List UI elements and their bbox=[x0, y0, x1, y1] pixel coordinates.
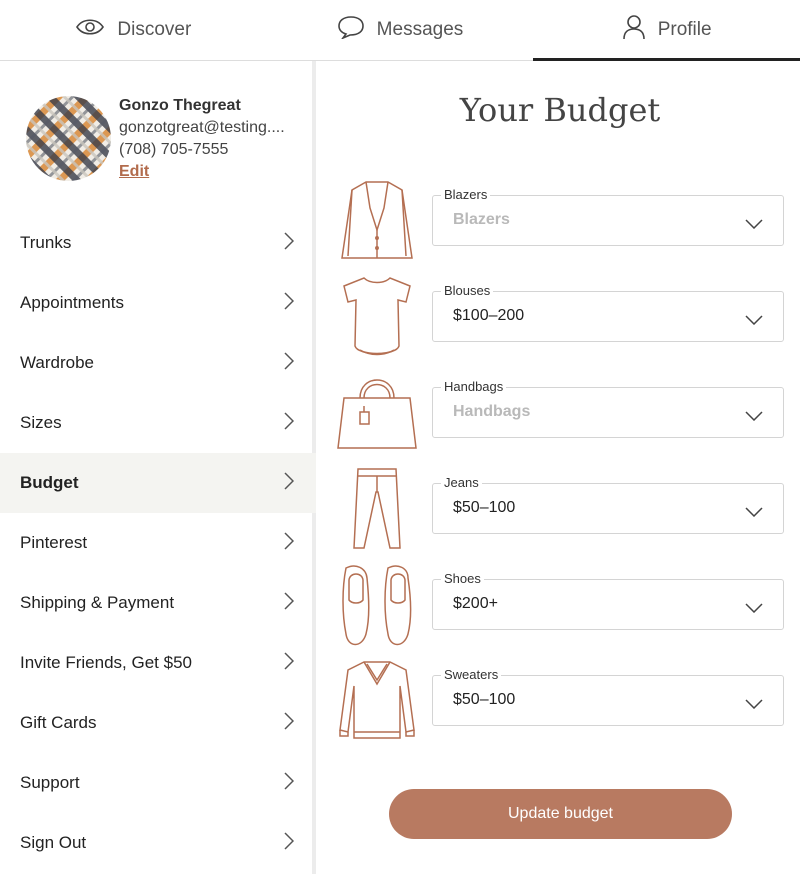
sweater-icon bbox=[336, 660, 418, 742]
sidebar-item-label: Appointments bbox=[20, 293, 124, 312]
profile-card: Gonzo Thegreat gonzotgreat@testing.... (… bbox=[26, 95, 306, 185]
eye-icon bbox=[75, 17, 105, 43]
handbags-select[interactable]: Handbags Handbags bbox=[432, 379, 784, 438]
chevron-right-icon bbox=[284, 531, 295, 555]
budget-panel: Your Budget Blazers Blazers Blouses $100… bbox=[320, 61, 800, 874]
sidebar-item-trunks[interactable]: Trunks bbox=[0, 213, 316, 273]
user-icon bbox=[622, 14, 646, 46]
chevron-down-icon bbox=[745, 504, 763, 522]
field-value: $100–200 bbox=[453, 307, 525, 324]
handbag-icon bbox=[336, 372, 418, 454]
tab-messages[interactable]: Messages bbox=[267, 0, 534, 60]
field-value: $50–100 bbox=[453, 691, 516, 708]
top-nav: Discover Messages Profile bbox=[0, 0, 800, 61]
edit-profile-link[interactable]: Edit bbox=[119, 161, 149, 183]
avatar bbox=[26, 96, 111, 181]
field-label: Blouses bbox=[441, 283, 494, 298]
sidebar-item-budget[interactable]: Budget bbox=[0, 453, 316, 513]
field-value: $50–100 bbox=[453, 499, 516, 516]
field-value: Handbags bbox=[453, 403, 531, 420]
sidebar-item-invite-friends[interactable]: Invite Friends, Get $50 bbox=[0, 633, 316, 693]
sidebar-item-sizes[interactable]: Sizes bbox=[0, 393, 316, 453]
update-budget-button[interactable]: Update budget bbox=[389, 789, 732, 839]
sidebar-item-label: Sign Out bbox=[20, 833, 87, 852]
tab-messages-label: Messages bbox=[376, 19, 464, 40]
chevron-right-icon bbox=[284, 231, 295, 255]
sidebar: Gonzo Thegreat gonzotgreat@testing.... (… bbox=[0, 61, 316, 874]
sidebar-menu: Trunks Appointments Wardrobe Sizes Budge… bbox=[0, 213, 316, 873]
page-title: Your Budget bbox=[459, 91, 661, 129]
profile-email: gonzotgreat@testing.... bbox=[119, 119, 285, 136]
field-label: Jeans bbox=[441, 475, 482, 490]
chevron-right-icon bbox=[284, 771, 295, 795]
budget-row-sweaters: Sweaters $50–100 bbox=[336, 660, 784, 742]
sidebar-item-pinterest[interactable]: Pinterest bbox=[0, 513, 316, 573]
chevron-down-icon bbox=[745, 312, 763, 330]
sidebar-item-appointments[interactable]: Appointments bbox=[0, 273, 316, 333]
sidebar-item-label: Support bbox=[20, 773, 80, 792]
chevron-down-icon bbox=[745, 408, 763, 426]
chevron-down-icon bbox=[745, 696, 763, 714]
tab-discover[interactable]: Discover bbox=[0, 0, 267, 60]
shoes-select[interactable]: Shoes $200+ bbox=[432, 571, 784, 630]
field-label: Sweaters bbox=[441, 667, 502, 682]
chat-bubble-icon bbox=[337, 15, 365, 45]
field-label: Shoes bbox=[441, 571, 484, 586]
sidebar-item-label: Sizes bbox=[20, 413, 62, 432]
tab-profile[interactable]: Profile bbox=[533, 0, 800, 61]
chevron-down-icon bbox=[745, 600, 763, 618]
sidebar-item-sign-out[interactable]: Sign Out bbox=[0, 813, 316, 873]
chevron-right-icon bbox=[284, 351, 295, 375]
profile-info: Gonzo Thegreat gonzotgreat@testing.... (… bbox=[119, 95, 299, 183]
jeans-select[interactable]: Jeans $50–100 bbox=[432, 475, 784, 534]
blazer-icon bbox=[336, 180, 418, 262]
sidebar-item-gift-cards[interactable]: Gift Cards bbox=[0, 693, 316, 753]
budget-row-handbags: Handbags Handbags bbox=[336, 372, 784, 454]
profile-phone: (708) 705-7555 bbox=[119, 141, 229, 158]
shoes-icon bbox=[336, 564, 418, 646]
chevron-right-icon bbox=[284, 711, 295, 735]
blouses-select[interactable]: Blouses $100–200 bbox=[432, 283, 784, 342]
sidebar-item-label: Invite Friends, Get $50 bbox=[20, 653, 192, 672]
budget-row-jeans: Jeans $50–100 bbox=[336, 468, 784, 550]
chevron-right-icon bbox=[284, 291, 295, 315]
field-value: $200+ bbox=[453, 595, 498, 612]
tab-profile-label: Profile bbox=[657, 19, 712, 40]
budget-row-shoes: Shoes $200+ bbox=[336, 564, 784, 646]
sidebar-item-support[interactable]: Support bbox=[0, 753, 316, 813]
chevron-right-icon bbox=[284, 591, 295, 615]
sidebar-item-label: Budget bbox=[20, 473, 79, 492]
chevron-right-icon bbox=[284, 831, 295, 855]
field-label: Blazers bbox=[441, 187, 491, 202]
budget-row-blazers: Blazers Blazers bbox=[336, 180, 784, 262]
sidebar-item-wardrobe[interactable]: Wardrobe bbox=[0, 333, 316, 393]
jeans-icon bbox=[336, 468, 418, 550]
sidebar-item-label: Pinterest bbox=[20, 533, 88, 552]
field-value: Blazers bbox=[453, 211, 510, 228]
chevron-down-icon bbox=[745, 216, 763, 234]
chevron-right-icon bbox=[284, 651, 295, 675]
field-label: Handbags bbox=[441, 379, 507, 394]
sweaters-select[interactable]: Sweaters $50–100 bbox=[432, 667, 784, 726]
sidebar-item-label: Trunks bbox=[20, 233, 72, 252]
sidebar-item-label: Shipping & Payment bbox=[20, 593, 175, 612]
sidebar-item-shipping-payment[interactable]: Shipping & Payment bbox=[0, 573, 316, 633]
tab-discover-label: Discover bbox=[117, 19, 192, 40]
chevron-right-icon bbox=[284, 471, 295, 495]
budget-row-blouses: Blouses $100–200 bbox=[336, 276, 784, 358]
blouse-icon bbox=[336, 276, 418, 358]
sidebar-item-label: Wardrobe bbox=[20, 353, 95, 372]
chevron-right-icon bbox=[284, 411, 295, 435]
sidebar-item-label: Gift Cards bbox=[20, 713, 97, 732]
blazers-select[interactable]: Blazers Blazers bbox=[432, 187, 784, 246]
profile-name: Gonzo Thegreat bbox=[119, 97, 241, 114]
